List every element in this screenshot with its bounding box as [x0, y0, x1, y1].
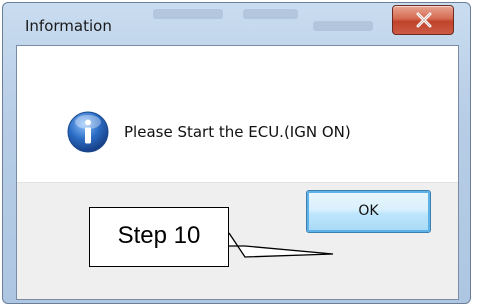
ok-button[interactable]: OK [306, 190, 431, 233]
dialog-body: Please Start the ECU.(IGN ON) [16, 45, 459, 300]
background-blur [243, 9, 298, 19]
background-blur [313, 21, 373, 31]
dialog-message: Please Start the ECU.(IGN ON) [124, 123, 351, 141]
background-blur [153, 9, 223, 19]
close-button[interactable] [392, 5, 454, 35]
dialog-window: Information Please Start the ECU.(IGN ON… [2, 2, 471, 304]
step-callout: Step 10 [89, 207, 229, 267]
dialog-title: Information [25, 17, 112, 35]
close-icon [416, 12, 432, 28]
info-icon [67, 111, 109, 153]
